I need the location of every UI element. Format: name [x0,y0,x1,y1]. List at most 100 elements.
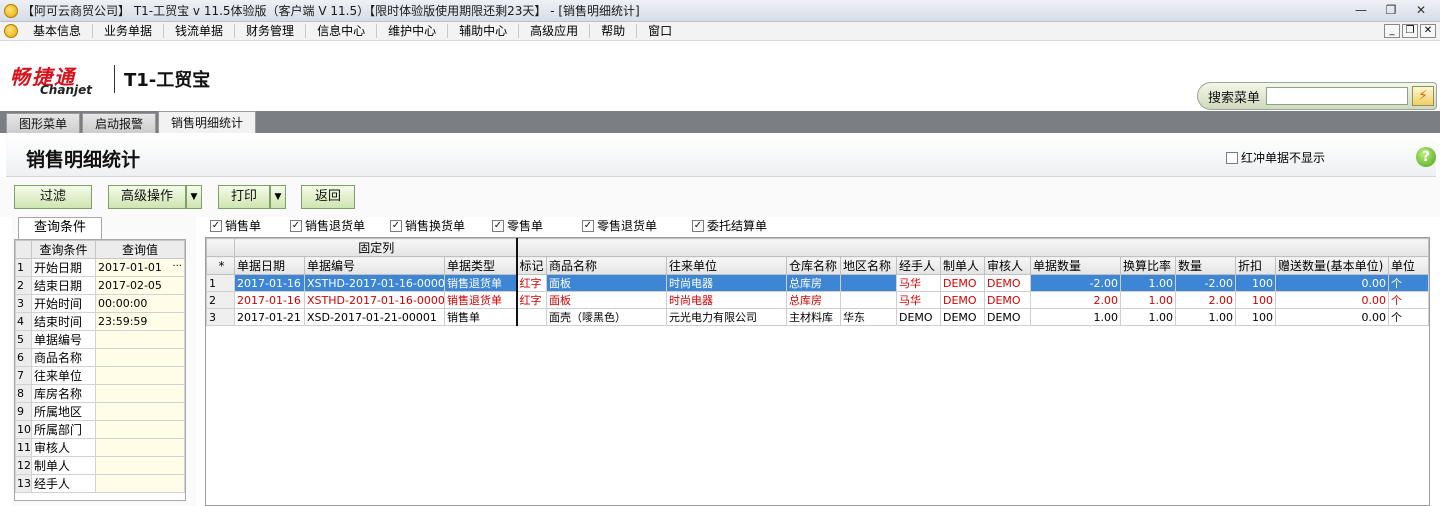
column-header[interactable]: 审核人 [984,256,1031,275]
query-condition-value[interactable] [95,348,185,367]
mdi-close-button[interactable]: ✕ [1420,24,1436,38]
column-header[interactable]: 单据编号 [304,256,445,275]
filter-retail-return[interactable]: ✓ 零售退货单 [582,217,657,234]
query-condition-value[interactable] [95,384,185,403]
table-cell: DEMO [940,308,985,326]
menu-item-aux-center[interactable]: 辅助中心 [448,24,520,38]
query-row[interactable]: 7 往来单位 [15,366,185,385]
filter-retail-checkbox[interactable]: ✓ [492,219,504,232]
column-header[interactable]: 赠送数量(基本单位) [1275,256,1389,275]
query-row[interactable]: 2 结束日期 2017-02-05 [15,276,185,295]
hide-red-checkbox[interactable]: 红冲单据不显示 [1226,149,1325,166]
column-header[interactable]: 单据数量 [1030,256,1121,275]
advanced-ops-button[interactable]: 高级操作 [108,185,186,209]
column-header[interactable]: 往来单位 [666,256,787,275]
column-header[interactable]: 数量 [1175,256,1236,275]
table-row[interactable]: 3 2017-01-21 XSD-2017-01-21-00001 销售单 面壳（嘜黑色… [206,308,1429,326]
mdi-minimize-button[interactable]: _ [1384,24,1400,38]
restore-button[interactable]: ❐ [1380,2,1402,18]
filter-consign-settle-checkbox[interactable]: ✓ [692,219,704,232]
tab-sales-detail[interactable]: 销售明细统计 [158,111,257,133]
query-row[interactable]: 10 所属部门 [15,420,185,439]
column-header[interactable]: 商品名称 [546,256,667,275]
query-row[interactable]: 3 开始时间 00:00:00 [15,294,185,313]
column-header[interactable]: 折扣 [1235,256,1276,275]
filter-consign-settle-label: 委托结算单 [707,219,768,233]
menu-item-basic-info[interactable]: 基本信息 [22,24,94,38]
table-row[interactable]: 2 2017-01-16 XSTHD-2017-01-16-00001 销售退货单 红字… [206,291,1429,309]
search-go-icon[interactable]: ⚡ [1412,86,1434,106]
menu-item-advanced[interactable]: 高级应用 [519,24,591,38]
column-header[interactable]: 换算比率 [1120,256,1176,275]
filter-retail-return-checkbox[interactable]: ✓ [582,219,594,232]
filter-consign-settle[interactable]: ✓ 委托结算单 [692,217,767,234]
query-row[interactable]: 13 经手人 [15,474,185,493]
print-button[interactable]: 打印 [218,185,270,209]
filter-sales-exchange[interactable]: ✓ 销售换货单 [390,217,465,234]
tab-graphic-menu[interactable]: 图形菜单 [6,113,81,133]
table-cell: 红字 [515,291,547,309]
advanced-ops-dropdown-icon[interactable]: ▼ [186,185,202,209]
table-cell: 100 [1235,291,1276,309]
table-cell: 1.00 [1175,308,1236,326]
query-row[interactable]: 6 商品名称 [15,348,185,367]
help-icon[interactable]: ? [1416,147,1436,167]
menu-item-maintenance[interactable]: 维护中心 [377,24,449,38]
menu-item-help[interactable]: 帮助 [590,24,638,38]
query-condition-value[interactable] [95,474,185,493]
app-menu-icon[interactable] [4,24,18,38]
hide-red-checkbox-box[interactable] [1226,151,1238,164]
query-row[interactable]: 1 开始日期 2017-01-01 ··· [15,258,185,277]
filter-retail[interactable]: ✓ 零售单 [492,217,543,234]
query-condition-value[interactable]: 2017-01-01 ··· [95,258,185,277]
column-header[interactable]: 单据日期 [234,256,305,275]
close-button[interactable]: ✕ [1410,2,1432,18]
back-button[interactable]: 返回 [301,185,355,209]
column-header[interactable]: 仓库名称 [786,256,841,275]
query-row[interactable]: 11 审核人 [15,438,185,457]
column-header[interactable]: 标记 [515,256,547,275]
grid-corner[interactable]: * [206,256,235,275]
column-header[interactable]: 单据类型 [444,256,517,275]
filter-button[interactable]: 过滤 [14,185,92,209]
minimize-button[interactable]: — [1350,2,1372,18]
table-cell: 销售退货单 [444,274,517,292]
menu-item-finance[interactable]: 财务管理 [235,24,307,38]
query-condition-value[interactable]: 23:59:59 [95,312,185,331]
table-cell [840,291,897,309]
filter-sales-return-checkbox[interactable]: ✓ [290,219,302,232]
filter-sales[interactable]: ✓ 销售单 [210,217,261,234]
query-tab[interactable]: 查询条件 [18,217,102,239]
column-header[interactable]: 经手人 [896,256,941,275]
column-header[interactable]: 单位 [1388,256,1429,275]
mdi-restore-button[interactable]: ❐ [1402,24,1418,38]
print-dropdown-icon[interactable]: ▼ [270,185,286,209]
column-header[interactable]: 地区名称 [840,256,897,275]
filter-sales-return[interactable]: ✓ 销售退货单 [290,217,365,234]
query-condition-value[interactable] [95,330,185,349]
query-condition-value[interactable] [95,402,185,421]
query-row[interactable]: 5 单据编号 [15,330,185,349]
date-picker-ellipsis-icon[interactable]: ··· [172,261,183,272]
menu-item-business-docs[interactable]: 业务单据 [93,24,165,38]
query-condition-value[interactable]: 2017-02-05 [95,276,185,295]
query-row[interactable]: 8 库房名称 [15,384,185,403]
table-row[interactable]: 1 2017-01-16 XSTHD-2017-01-16-00001 销售退货单 红字… [206,274,1429,292]
menu-item-info-center[interactable]: 信息中心 [306,24,378,38]
query-condition-value[interactable] [95,420,185,439]
search-input[interactable] [1266,87,1408,105]
query-condition-value[interactable] [95,456,185,475]
query-row[interactable]: 9 所属地区 [15,402,185,421]
menu-item-window[interactable]: 窗口 [637,24,683,38]
query-condition-value[interactable] [95,438,185,457]
menu-item-cash-docs[interactable]: 钱流单据 [164,24,236,38]
query-row-number: 12 [15,456,32,475]
query-condition-value[interactable]: 00:00:00 [95,294,185,313]
query-row[interactable]: 12 制单人 [15,456,185,475]
query-row[interactable]: 4 结束时间 23:59:59 [15,312,185,331]
filter-sales-checkbox[interactable]: ✓ [210,219,222,232]
tab-startup-alerts[interactable]: 启动报警 [82,113,157,133]
filter-sales-exchange-checkbox[interactable]: ✓ [390,219,402,232]
column-header[interactable]: 制单人 [940,256,985,275]
query-condition-value[interactable] [95,366,185,385]
